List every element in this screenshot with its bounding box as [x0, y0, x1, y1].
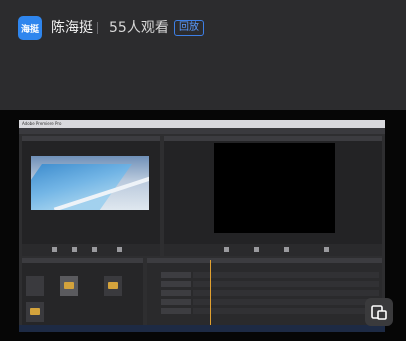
- project-panel: [22, 258, 143, 328]
- source-monitor-tab: [22, 136, 160, 141]
- video-frame: Adobe Premiere Pro: [19, 120, 385, 332]
- live-replay-page: 海挺 陈海挺 55人观看 回放 Adobe Premiere Pro: [0, 0, 406, 341]
- track-header: [161, 308, 191, 314]
- track-header: [161, 272, 191, 278]
- play-icon: [254, 247, 259, 252]
- step-forward-icon: [92, 247, 97, 252]
- window-title: Adobe Premiere Pro: [22, 121, 62, 126]
- lift-icon: [324, 247, 329, 252]
- track-lane: [193, 281, 379, 287]
- program-monitor: [164, 136, 382, 248]
- step-forward-icon: [284, 247, 289, 252]
- track-lane: [193, 290, 379, 296]
- header-divider: [97, 22, 98, 34]
- pip-icon: [371, 305, 387, 320]
- source-preview-image: [31, 156, 149, 210]
- track-lane: [193, 272, 379, 278]
- stream-header: 海挺 陈海挺 55人观看 回放: [0, 0, 406, 110]
- play-icon: [72, 247, 77, 252]
- track-header: [161, 299, 191, 305]
- track-header: [161, 290, 191, 296]
- timeline-tab: [147, 258, 382, 263]
- streamer-name[interactable]: 陈海挺: [51, 18, 93, 38]
- project-panel-tab: [22, 258, 143, 263]
- track-lane: [193, 299, 379, 305]
- folder-icon: [30, 308, 40, 315]
- streamer-avatar[interactable]: 海挺: [18, 16, 42, 40]
- source-monitor: [22, 136, 160, 248]
- pip-button[interactable]: [365, 298, 393, 326]
- step-back-icon: [224, 247, 229, 252]
- program-preview: [214, 143, 335, 233]
- timeline-panel: [147, 258, 382, 328]
- folder-icon: [64, 282, 74, 289]
- window-titlebar: Adobe Premiere Pro: [19, 120, 385, 128]
- program-transport-controls: [164, 244, 382, 256]
- folder-icon: [108, 282, 118, 289]
- track-header: [161, 281, 191, 287]
- track-lane: [193, 308, 379, 314]
- replay-badge: 回放: [174, 20, 204, 36]
- menu-bar: [19, 128, 385, 134]
- windows-taskbar: [19, 325, 385, 332]
- clip-thumbnail: [26, 276, 44, 296]
- program-monitor-tab: [164, 136, 382, 141]
- source-transport-controls: [22, 244, 160, 256]
- insert-icon: [117, 247, 122, 252]
- viewer-count: 55人观看: [109, 20, 169, 36]
- step-back-icon: [52, 247, 57, 252]
- timeline-playhead: [210, 260, 211, 326]
